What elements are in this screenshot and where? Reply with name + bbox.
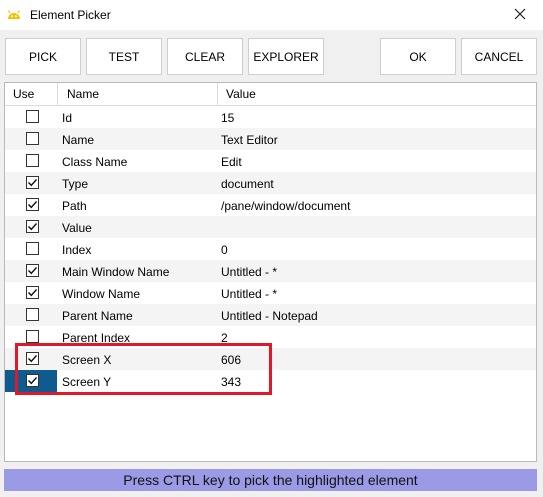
checkmark-icon: [28, 201, 38, 209]
table-row[interactable]: Index 0: [5, 238, 536, 260]
header-divider: [57, 83, 58, 105]
use-checkbox[interactable]: [26, 352, 39, 365]
use-checkbox[interactable]: [26, 198, 39, 211]
test-button[interactable]: TEST: [86, 38, 162, 75]
property-name: Screen X: [62, 353, 112, 367]
table-row[interactable]: Screen X 606: [5, 348, 536, 370]
property-name: Window Name: [62, 287, 141, 301]
checkmark-icon: [28, 289, 38, 297]
property-value: 2: [221, 331, 228, 345]
property-name: Name: [62, 133, 95, 147]
header-use: Use: [13, 87, 35, 101]
header-divider: [217, 83, 218, 105]
property-name: Parent Name: [62, 309, 133, 323]
header-value: Value: [226, 87, 256, 101]
checkmark-icon: [28, 179, 38, 187]
use-checkbox[interactable]: [26, 154, 39, 167]
property-name: Class Name: [62, 155, 128, 169]
use-checkbox[interactable]: [26, 110, 39, 123]
table-row[interactable]: Class Name Edit: [5, 150, 536, 172]
property-name: Index: [62, 243, 92, 257]
window-title: Element Picker: [30, 8, 111, 22]
property-name: Parent Index: [62, 331, 131, 345]
property-name: Path: [62, 199, 87, 213]
table-row[interactable]: Parent Index 2: [5, 326, 536, 348]
explorer-button[interactable]: EXPLORER: [248, 38, 324, 75]
table-row[interactable]: Type document: [5, 172, 536, 194]
table-row[interactable]: Parent Name Untitled - Notepad: [5, 304, 536, 326]
checkmark-icon: [28, 355, 38, 363]
property-value: 15: [221, 111, 235, 125]
use-checkbox[interactable]: [26, 330, 39, 343]
property-name: Value: [62, 221, 92, 235]
close-button[interactable]: [497, 0, 543, 30]
table-row[interactable]: Value: [5, 216, 536, 238]
table-row[interactable]: Screen Y 343: [5, 370, 536, 392]
checkmark-icon: [28, 223, 38, 231]
property-value: Text Editor: [221, 133, 278, 147]
property-name: Main Window Name: [62, 265, 170, 279]
table-row[interactable]: Window Name Untitled - *: [5, 282, 536, 304]
property-value: document: [221, 177, 274, 191]
property-value: 606: [221, 353, 242, 367]
use-checkbox[interactable]: [26, 220, 39, 233]
ok-button[interactable]: OK: [380, 38, 456, 75]
header-name: Name: [67, 87, 100, 101]
pick-button[interactable]: PICK: [5, 38, 81, 75]
table-row[interactable]: Path/pane/window/document: [5, 194, 536, 216]
title-bar: Element Picker: [0, 0, 543, 30]
property-value: Untitled - *: [221, 265, 278, 279]
property-name: Id: [62, 111, 73, 125]
clear-button[interactable]: CLEAR: [167, 38, 243, 75]
property-value: /pane/window/document: [221, 199, 351, 213]
status-bar: Press CTRL key to pick the highlighted e…: [4, 469, 537, 491]
use-checkbox[interactable]: [26, 308, 39, 321]
use-checkbox[interactable]: [26, 242, 39, 255]
use-checkbox[interactable]: [26, 132, 39, 145]
property-grid: Use Name Value Id 15 Name Text Editor Class …: [4, 82, 537, 462]
table-row[interactable]: Id 15: [5, 106, 536, 128]
property-value: Edit: [221, 155, 242, 169]
property-value: 0: [221, 243, 228, 257]
table-row[interactable]: Name Text Editor: [5, 128, 536, 150]
use-checkbox[interactable]: [26, 176, 39, 189]
property-name: Type: [62, 177, 89, 191]
property-value: Untitled - Notepad: [221, 309, 318, 323]
use-checkbox[interactable]: [26, 264, 39, 277]
close-x-icon: [514, 8, 526, 23]
table-row[interactable]: Main Window Name Untitled - *: [5, 260, 536, 282]
checkmark-icon: [28, 267, 38, 275]
checkmark-icon: [28, 377, 38, 385]
android-robot-icon: [6, 7, 22, 21]
property-value: 343: [221, 375, 242, 389]
property-value: Untitled - *: [221, 287, 278, 301]
use-checkbox[interactable]: [26, 374, 39, 387]
use-checkbox[interactable]: [26, 286, 39, 299]
property-name: Screen Y: [62, 375, 112, 389]
grid-header: Use Name Value: [5, 83, 536, 106]
cancel-button[interactable]: CANCEL: [461, 38, 537, 75]
toolbar: PICK TEST CLEAR EXPLORER OK CANCEL: [0, 30, 543, 80]
